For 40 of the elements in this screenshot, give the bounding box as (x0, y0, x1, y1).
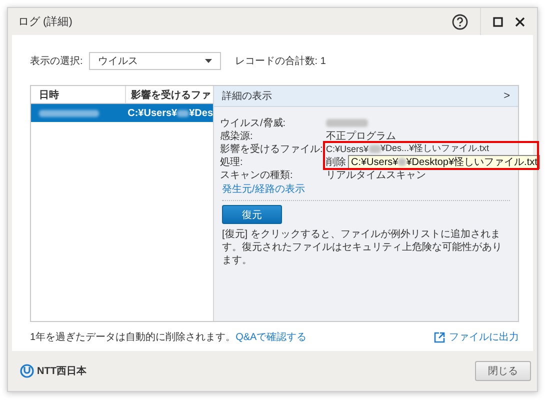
source-link[interactable]: 発生元/経路の表示 (222, 182, 510, 196)
field-label: スキャンの種類: (220, 168, 294, 182)
field-label: 感染源: (220, 130, 254, 142)
retention-note: 1年を過ぎたデータは自動的に削除されます。Q&Aで確認する (30, 330, 307, 344)
column-header[interactable]: 日時 (31, 86, 125, 103)
logo-text: NTT西日本 (37, 364, 86, 378)
restore-note: [復元] をクリックすると、ファイルが例外リストに追加されます。復元されたファイルはセキュリティ上危険な可能性があります。 (222, 228, 503, 267)
path-text: C:¥Users¥ (351, 156, 398, 168)
filter-dropdown[interactable]: ウイルス (88, 52, 221, 70)
blurred-text (368, 144, 381, 152)
table-row[interactable]: C:¥Users¥ ¥Des (31, 104, 213, 122)
field-value: リアルタイムスキャン (326, 168, 426, 182)
field-value: 削除 (326, 156, 346, 168)
detail-header[interactable]: 詳細の表示 > (214, 86, 518, 107)
blurred-date (39, 110, 99, 116)
path-text: ¥Des...¥怪しいファイル.txt (380, 142, 490, 155)
close-button[interactable]: 閉じる (475, 361, 531, 381)
blurred-text (398, 158, 406, 166)
logo-icon (20, 364, 34, 378)
path-text: C:¥Users¥ (128, 108, 178, 118)
record-count: レコードの合計数: 1 (234, 54, 326, 68)
close-icon[interactable] (515, 16, 525, 26)
field-value: 不正プログラム (326, 130, 396, 142)
field-label: ウイルス/脅威: (220, 116, 287, 130)
restore-button[interactable]: 復元 (222, 205, 282, 224)
help-icon[interactable] (452, 14, 468, 30)
qa-link[interactable]: Q&Aで確認する (236, 332, 307, 343)
blurred-text (177, 110, 190, 116)
field-label: 処理: (220, 156, 244, 168)
blurred-text (326, 118, 368, 126)
path-text: C:¥Users¥ (326, 144, 369, 154)
export-link[interactable]: ファイルに出力 (434, 330, 519, 344)
filter-label: 表示の選択: (30, 54, 83, 68)
field-label: 影響を受けるファイル: (220, 142, 324, 156)
path-text: ¥Desktop¥怪しいファイル.txt (406, 156, 538, 169)
caret-icon (204, 59, 212, 63)
window-title: ログ (詳細) (18, 15, 72, 29)
maximize-icon[interactable] (493, 16, 503, 26)
export-icon (434, 332, 445, 342)
path-text: ¥Des (189, 108, 213, 118)
